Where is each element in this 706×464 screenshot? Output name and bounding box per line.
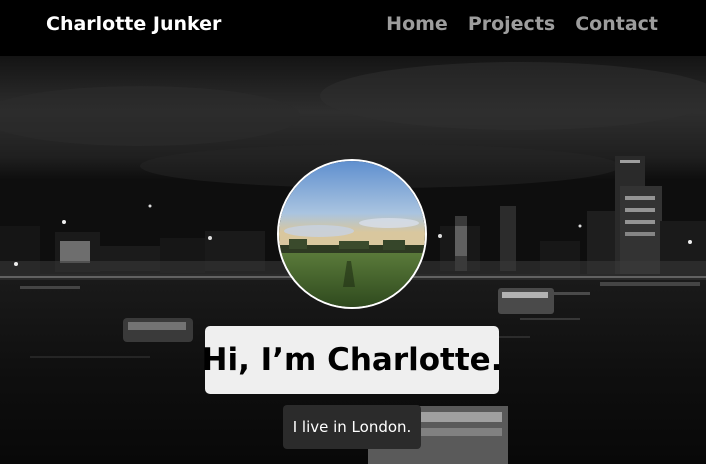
profile-photo-image — [279, 161, 425, 307]
hero-section: Hi, I’m Charlotte. I live in London. — [0, 56, 706, 464]
nav-link-home[interactable]: Home — [386, 12, 448, 36]
hero-subline: I live in London. — [292, 418, 412, 436]
navbar: Charlotte Junker Home Projects Contact — [0, 0, 706, 56]
brand-link[interactable]: Charlotte Junker — [46, 12, 221, 36]
subline-box: I live in London. — [283, 405, 421, 449]
headline-box: Hi, I’m Charlotte. — [202, 326, 502, 394]
nav-link-contact[interactable]: Contact — [575, 12, 658, 36]
profile-photo — [277, 159, 427, 309]
nav-links: Home Projects Contact — [386, 12, 658, 36]
hero-headline: Hi, I’m Charlotte. — [201, 342, 503, 378]
nav-link-projects[interactable]: Projects — [468, 12, 555, 36]
